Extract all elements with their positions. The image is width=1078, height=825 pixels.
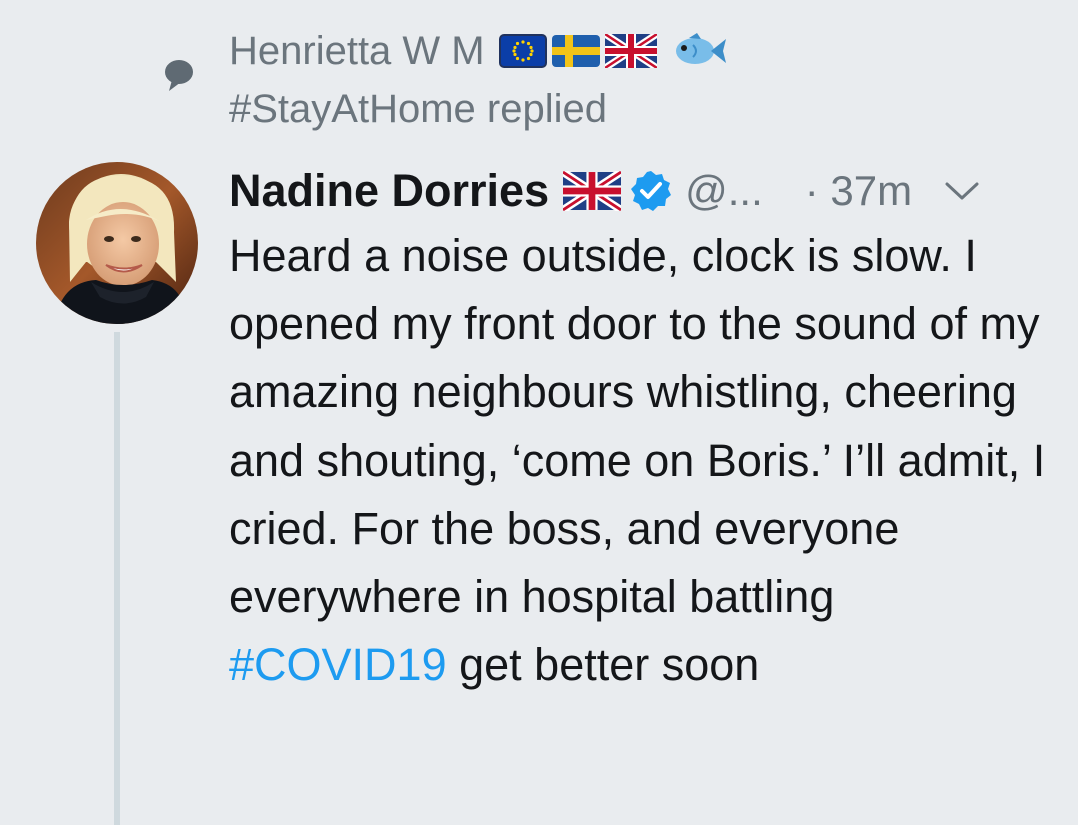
chevron-down-icon[interactable]: [944, 179, 980, 203]
author-name[interactable]: Nadine Dorries: [229, 165, 549, 217]
tweet-text: Heard a noise outside, clock is slow. I …: [229, 230, 1046, 623]
sweden-flag-icon: [551, 35, 600, 67]
reply-context: Henrietta W M #StayAtHome replied: [229, 22, 727, 138]
context-action: replied: [486, 87, 607, 131]
tweet-body: Heard a noise outside, clock is slow. I …: [229, 222, 1049, 699]
speech-bubble-icon: [165, 60, 193, 91]
tweet-time[interactable]: · 37m: [805, 167, 912, 215]
fish-icon: [675, 33, 726, 64]
tweet[interactable]: Nadine Dorries @... · 37m Heard a noise …: [229, 158, 1049, 699]
avatar[interactable]: [36, 162, 198, 324]
tweet-header: Nadine Dorries @... · 37m: [229, 158, 1049, 224]
avatar-photo: [36, 162, 198, 324]
author-handle[interactable]: @...: [685, 167, 763, 215]
tweet-text-end: get better soon: [446, 639, 760, 691]
eu-flag-icon: [498, 34, 547, 68]
uk-flag-icon: [563, 171, 622, 211]
thread-line: [114, 332, 120, 825]
verified-badge-icon: [631, 171, 672, 211]
tweet-hashtag[interactable]: #COVID19: [229, 639, 447, 690]
context-hashtag[interactable]: #StayAtHome: [229, 80, 476, 138]
context-user-name[interactable]: Henrietta W M: [229, 22, 485, 80]
uk-flag-icon: [604, 34, 657, 68]
